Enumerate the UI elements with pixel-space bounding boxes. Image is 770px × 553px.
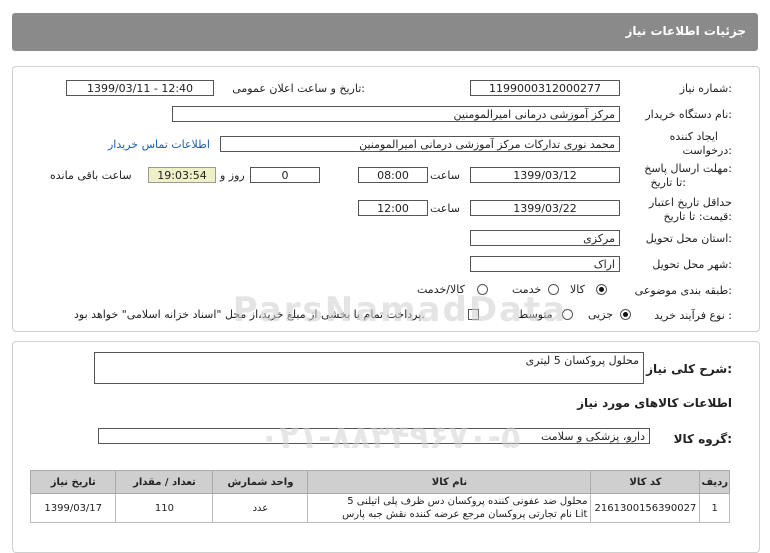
purchase-type-label: نوع فرآیند خرید :: [654, 309, 732, 322]
goods-group-label: گروه کالا:: [673, 432, 732, 446]
summary-label: شرح کلی نیاز:: [646, 362, 732, 376]
creator-label-2: درخواست:: [682, 144, 733, 157]
need-number-label: شماره نیاز:: [679, 82, 732, 95]
days-label: روز و: [220, 169, 245, 182]
page-title: جزئیات اطلاعات نیاز: [625, 24, 746, 38]
province-label: استان محل تحویل:: [645, 232, 732, 245]
days-field: 0: [250, 167, 320, 183]
buyer-contact-link[interactable]: اطلاعات تماس خریدار: [108, 138, 210, 151]
table-header-row: ردیف کد کالا نام کالا واحد شمارش تعداد /…: [29, 470, 730, 494]
announce-label: تاریخ و ساعت اعلان عمومی:: [232, 82, 365, 95]
send-time-label: ساعت: [430, 169, 460, 182]
goods-table: ردیف کد کالا نام کالا واحد شمارش تعداد /…: [29, 470, 730, 523]
category-label: طبقه بندی موضوعی:: [634, 284, 732, 297]
row-unit: عدد: [212, 493, 309, 523]
buyer-label: نام دستگاه خریدار:: [645, 108, 732, 121]
page-header: جزئیات اطلاعات نیاز: [12, 13, 758, 51]
summary-field: محلول پروکسان 5 لیتری: [94, 352, 644, 384]
send-date-field: 1399/03/12: [470, 167, 620, 183]
remaining-label: ساعت باقی مانده: [50, 169, 132, 182]
col-qty: تعداد / مقدار: [115, 470, 214, 494]
city-field: اراک: [470, 256, 620, 272]
row-index: 1: [699, 493, 730, 523]
creator-field: محمد نوری تدارکات مرکز آموزشی درمانی امی…: [220, 136, 620, 152]
remaining-time: 19:03:54: [148, 167, 216, 183]
send-deadline-label-2: تا تاریخ:: [650, 176, 686, 189]
validity-date-field: 1399/03/22: [470, 200, 620, 216]
city-label: شهر محل تحویل:: [652, 258, 732, 271]
col-code: کد کالا: [590, 470, 701, 494]
buyer-field: مرکز آموزشی درمانی امیرالمومنین: [172, 106, 620, 122]
send-deadline-label-1: مهلت ارسال پاسخ:: [644, 162, 732, 175]
watermark-phone: ۰۲۱-۸۸۳۴۹۶۷۰-۵: [259, 418, 521, 456]
row-qty: 110: [115, 493, 214, 523]
row-date: 1399/03/17: [29, 493, 117, 523]
row-name-line2: Lit نام تجارتی پروکسان مرجع عرضه کننده ن…: [342, 509, 588, 520]
validity-time-label: ساعت: [430, 202, 460, 215]
validity-label-2: قیمت: تا تاریخ:: [663, 210, 732, 223]
row-code: 2161300156390027: [590, 493, 701, 523]
send-time-field: 08:00: [358, 167, 428, 183]
row-name: محلول ضد عفونی کننده پروکسان دس ظرف پلی …: [307, 493, 592, 523]
validity-label-1: حداقل تاریخ اعتبار: [648, 196, 732, 209]
province-field: مرکزی: [470, 230, 620, 246]
goods-info-title: اطلاعات کالاهای مورد نیاز: [577, 396, 732, 410]
need-number-field: 1199000312000277: [470, 80, 620, 96]
validity-time-field: 12:00: [358, 200, 428, 216]
col-unit: واحد شمارش: [212, 470, 309, 494]
watermark-brand: ParsNamadData: [232, 290, 568, 330]
col-name: نام کالا: [307, 470, 592, 494]
col-index: ردیف: [699, 470, 730, 494]
col-date: تاریخ نیاز: [29, 470, 117, 494]
announce-field: 1399/03/11 - 12:40: [66, 80, 214, 96]
table-row: 1 2161300156390027 محلول ضد عفونی کننده …: [29, 493, 730, 523]
creator-label-1: ایجاد کننده: [669, 130, 718, 143]
row-name-line1: محلول ضد عفونی کننده پروکسان دس ظرف پلی …: [347, 496, 588, 507]
